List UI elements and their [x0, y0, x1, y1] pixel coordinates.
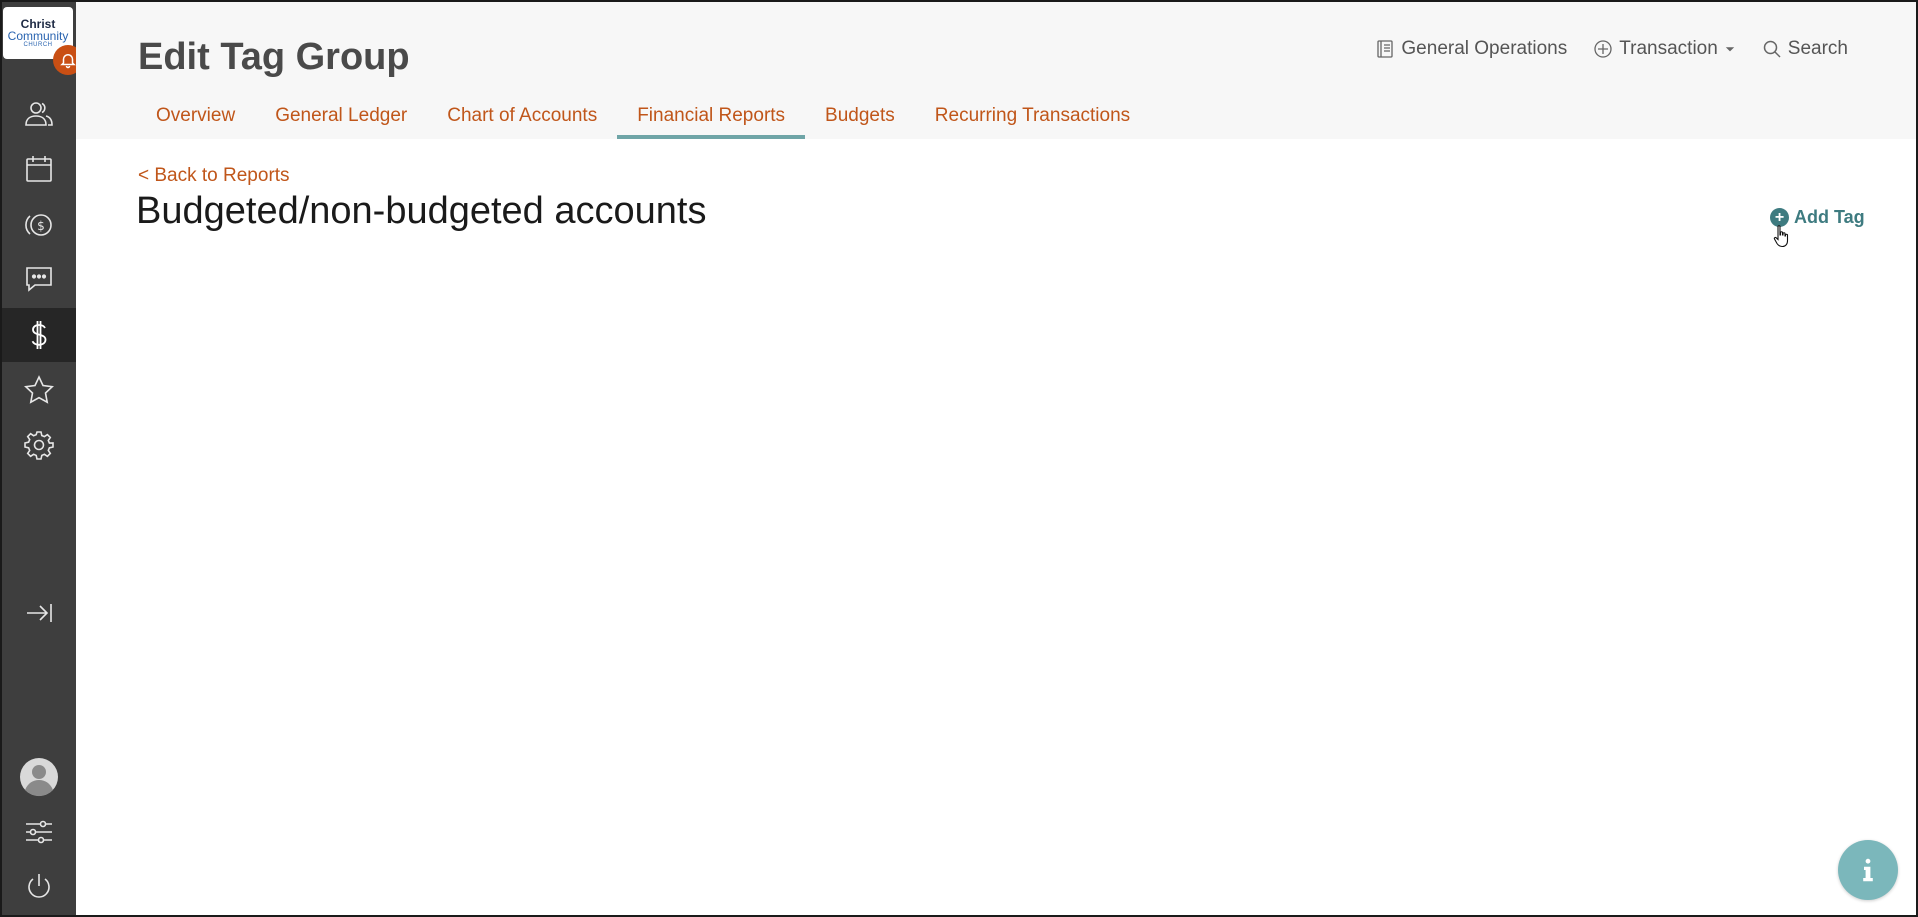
search-label: Search — [1787, 38, 1848, 59]
back-to-reports-link[interactable]: < Back to Reports — [138, 165, 290, 187]
caret-down-icon — [1725, 47, 1734, 52]
sidebar-item-calendar[interactable] — [2, 142, 76, 196]
info-icon — [1863, 858, 1873, 882]
sidebar-item-logout[interactable] — [2, 860, 76, 914]
sidebar-item-finance[interactable] — [2, 308, 76, 362]
general-operations-button[interactable]: General Operations — [1375, 38, 1567, 60]
ledger-icon — [1377, 40, 1394, 58]
transaction-label: Transaction — [1619, 38, 1718, 59]
hand-cursor-icon — [1773, 225, 1789, 248]
nav-tabs: Overview General Ledger Chart of Account… — [136, 98, 1150, 139]
add-tag-label: Add Tag — [1794, 207, 1865, 227]
sidebar-item-messages[interactable] — [2, 252, 76, 306]
info-button[interactable] — [1838, 840, 1898, 900]
sidebar: Christ Community CHURCH $ — [2, 2, 83, 915]
sidebar-collapse-button[interactable] — [2, 586, 76, 640]
power-icon — [28, 874, 50, 898]
tab-budgets[interactable]: Budgets — [805, 98, 915, 139]
sidebar-item-profile[interactable] — [2, 750, 76, 804]
sliders-icon — [26, 820, 52, 844]
star-icon — [24, 375, 54, 404]
avatar — [20, 758, 58, 797]
logo-line-2: Community — [7, 29, 69, 43]
tab-financial-reports[interactable]: Financial Reports — [617, 98, 806, 139]
search-icon — [1763, 40, 1781, 58]
plus-circle-icon — [1594, 40, 1612, 58]
people-icon — [25, 102, 53, 126]
finance-dollar-icon — [31, 321, 47, 349]
calendar-icon — [26, 156, 52, 182]
transaction-dropdown[interactable]: Transaction — [1593, 38, 1736, 60]
tab-general-ledger[interactable]: General Ledger — [255, 98, 427, 139]
messages-icon — [26, 267, 52, 292]
sidebar-item-preferences[interactable] — [2, 805, 76, 859]
sidebar-item-giving[interactable]: $ — [2, 197, 76, 251]
tab-overview[interactable]: Overview — [136, 98, 255, 139]
sidebar-item-people[interactable] — [2, 87, 76, 141]
header-actions: General Operations Transaction Search — [1375, 38, 1848, 60]
page-header: Edit Tag Group General Operations Transa… — [76, 2, 1916, 139]
general-operations-label: General Operations — [1401, 38, 1568, 59]
gear-icon — [24, 431, 54, 460]
page-title: Edit Tag Group — [138, 36, 410, 78]
collapse-arrow-icon — [27, 604, 52, 622]
tab-recurring-transactions[interactable]: Recurring Transactions — [915, 98, 1150, 139]
app-window: Christ Community CHURCH $ Edit Tag Group… — [0, 0, 1918, 917]
search-button[interactable]: Search — [1762, 38, 1848, 60]
svg-text:$: $ — [37, 219, 45, 233]
giving-icon: $ — [25, 214, 52, 236]
sidebar-item-favorites[interactable] — [2, 363, 76, 417]
report-title: Budgeted/non-budgeted accounts — [136, 190, 707, 232]
logo-line-3: CHURCH — [23, 42, 53, 48]
tab-chart-of-accounts[interactable]: Chart of Accounts — [427, 98, 617, 139]
sidebar-item-settings[interactable] — [2, 418, 76, 472]
